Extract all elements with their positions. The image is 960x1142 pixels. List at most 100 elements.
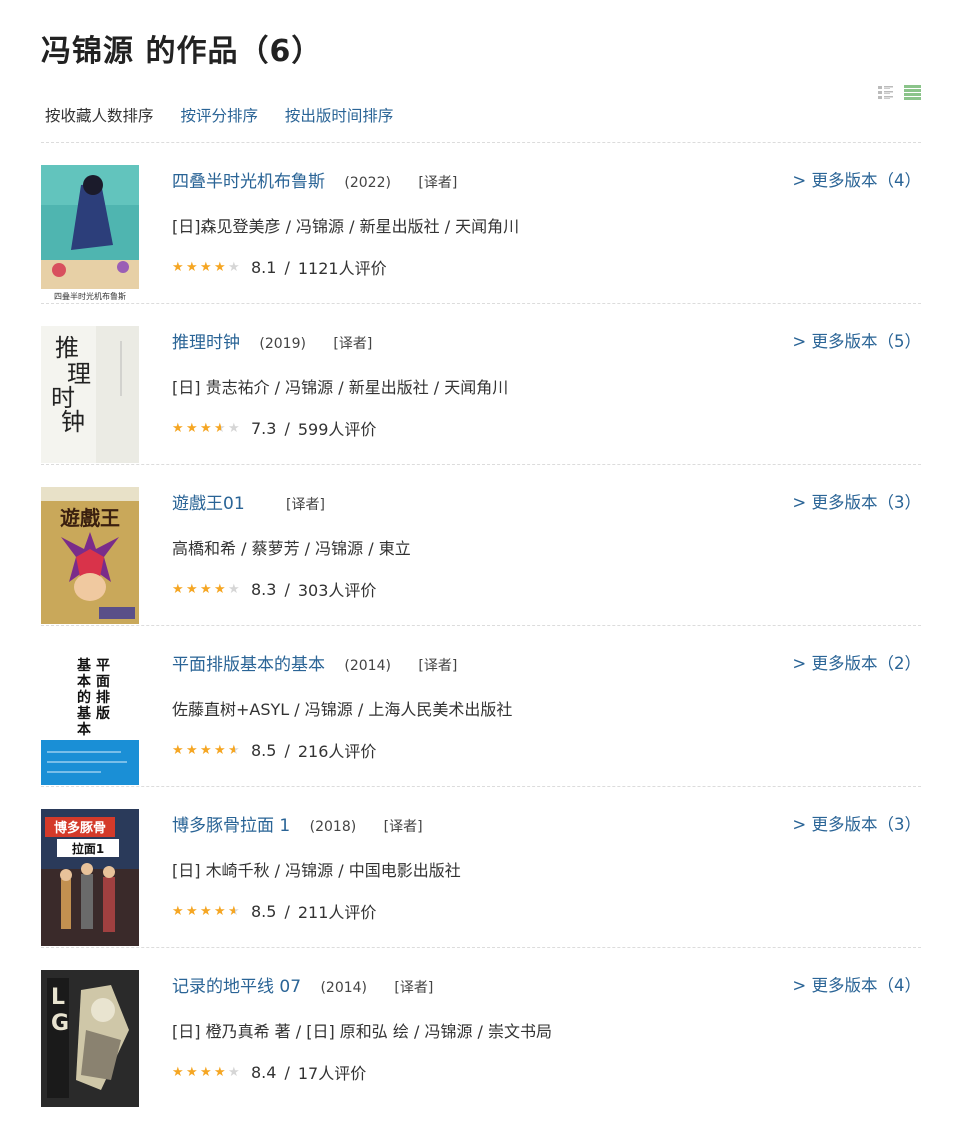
rating-score: 8.5 <box>251 901 277 921</box>
list-item: 推 理 时 钟 推理时钟 (2019) [译者] > 更多版本（5） [日] 贵… <box>41 303 921 464</box>
rating-stars: ★ ★ ★ ★ ★ <box>172 905 242 918</box>
book-cover[interactable]: L G <box>41 970 139 1107</box>
star-icon: ★ <box>172 1064 184 1080</box>
star-empty-icon: ★ <box>228 1064 240 1080</box>
book-title-link[interactable]: 记录的地平线 07 <box>172 977 301 997</box>
book-year: (2014) <box>320 980 368 996</box>
book-title-link[interactable]: 遊戲王01 <box>172 494 245 514</box>
star-icon: ★ <box>214 1064 226 1080</box>
rating-score: 7.3 <box>251 418 277 438</box>
star-half-icon: ★ <box>228 905 242 918</box>
book-list: 四叠半时光机布鲁斯 四叠半时光机布鲁斯 (2022) [译者] > 更多版本（4… <box>41 142 921 1108</box>
star-icon: ★ <box>186 581 198 597</box>
more-versions-link[interactable]: > 更多版本（2） <box>792 650 921 674</box>
book-cover[interactable]: 遊戲王 <box>41 487 139 624</box>
svg-text:四叠半时光机布鲁斯: 四叠半时光机布鲁斯 <box>54 291 126 301</box>
book-title-row: 四叠半时光机布鲁斯 (2022) [译者] <box>172 167 457 192</box>
star-icon: ★ <box>200 420 212 436</box>
book-title-row: 记录的地平线 07 (2014) [译者] <box>172 972 433 997</box>
star-half-icon: ★ <box>214 422 228 435</box>
rating-score: 8.3 <box>251 579 277 599</box>
svg-text:排: 排 <box>96 689 110 706</box>
star-icon: ★ <box>200 903 212 919</box>
star-empty-icon: ★ <box>228 259 240 275</box>
book-rating: ★ ★ ★ ★ ★ 7.3 / 599人评价 <box>172 416 376 440</box>
book-meta: [日] 木崎千秋 / 冯锦源 / 中国电影出版社 <box>172 861 461 880</box>
book-rating: ★ ★ ★ ★ ★ 8.3 / 303人评价 <box>172 577 376 601</box>
svg-text:平: 平 <box>96 658 110 674</box>
svg-text:博多豚骨: 博多豚骨 <box>54 820 106 836</box>
star-icon: ★ <box>172 259 184 275</box>
list-view-icon[interactable] <box>877 84 894 101</box>
star-empty-icon: ★ <box>228 420 240 436</box>
book-meta: 佐藤直树+ASYL / 冯锦源 / 上海人民美术出版社 <box>172 700 513 719</box>
list-item: 四叠半时光机布鲁斯 四叠半时光机布鲁斯 (2022) [译者] > 更多版本（4… <box>41 142 921 303</box>
book-cover[interactable]: 博多豚骨 拉面1 <box>41 809 139 946</box>
star-icon: ★ <box>172 420 184 436</box>
book-meta: 高橋和希 / 蔡萝芳 / 冯锦源 / 東立 <box>172 539 411 558</box>
book-role: [译者] <box>418 175 458 191</box>
book-cover[interactable]: 四叠半时光机布鲁斯 <box>41 165 139 302</box>
view-toggle <box>877 84 921 101</box>
star-icon: ★ <box>214 742 226 758</box>
compact-view-icon[interactable] <box>904 84 921 101</box>
book-cover[interactable]: 推 理 时 钟 <box>41 326 139 463</box>
rating-separator: / <box>284 418 290 438</box>
svg-text:面: 面 <box>96 674 110 690</box>
rating-stars: ★ ★ ★ ★ ★ <box>172 744 242 757</box>
svg-text:本: 本 <box>77 721 92 738</box>
book-rating: ★ ★ ★ ★ ★ 8.4 / 17人评价 <box>172 1060 366 1084</box>
svg-text:推: 推 <box>55 334 79 362</box>
book-year: (2014) <box>344 658 391 674</box>
star-icon: ★ <box>186 420 198 436</box>
star-icon: ★ <box>200 259 212 275</box>
sort-by-pubdate[interactable]: 按出版时间排序 <box>285 107 394 125</box>
svg-text:的: 的 <box>77 689 91 706</box>
book-title-row: 推理时钟 (2019) [译者] <box>172 328 372 353</box>
star-icon: ★ <box>200 742 212 758</box>
rating-stars: ★ ★ ★ ★ ★ <box>172 261 242 274</box>
book-cover[interactable]: 平 面 排 版 基 本 的 基 本 <box>41 648 139 785</box>
book-rating: ★ ★ ★ ★ ★ 8.1 / 1121人评价 <box>172 255 387 279</box>
rating-separator: / <box>284 1062 290 1082</box>
more-versions-link[interactable]: > 更多版本（4） <box>792 167 921 191</box>
book-role: [译者] <box>286 497 325 513</box>
book-title-link[interactable]: 四叠半时光机布鲁斯 <box>172 172 325 192</box>
sort-by-collect[interactable]: 按收藏人数排序 <box>45 107 154 125</box>
more-versions-link[interactable]: > 更多版本（5） <box>792 328 921 352</box>
svg-text:G: G <box>51 1011 69 1036</box>
rating-separator: / <box>284 740 290 760</box>
more-versions-link[interactable]: > 更多版本（4） <box>792 972 921 996</box>
star-icon: ★ <box>172 903 184 919</box>
book-title-link[interactable]: 推理时钟 <box>172 333 240 353</box>
book-rating: ★ ★ ★ ★ ★ 8.5 / 211人评价 <box>172 899 376 923</box>
more-versions-link[interactable]: > 更多版本（3） <box>792 489 921 513</box>
sort-by-rating[interactable]: 按评分排序 <box>180 107 258 125</box>
book-year: (2022) <box>344 175 391 191</box>
page-title: 冯锦源 的作品（6） <box>41 34 323 69</box>
star-icon: ★ <box>200 581 212 597</box>
star-empty-icon: ★ <box>228 581 240 597</box>
rating-score: 8.5 <box>251 740 277 760</box>
book-role: [译者] <box>333 336 373 352</box>
rating-stars: ★ ★ ★ ★ ★ <box>172 422 242 435</box>
star-icon: ★ <box>214 581 226 597</box>
star-icon: ★ <box>200 1064 212 1080</box>
svg-text:L: L <box>51 985 65 1010</box>
more-versions-link[interactable]: > 更多版本（3） <box>792 811 921 835</box>
svg-text:本: 本 <box>77 673 92 690</box>
star-icon: ★ <box>214 259 226 275</box>
svg-text:基: 基 <box>77 657 92 674</box>
star-icon: ★ <box>186 1064 198 1080</box>
book-rating: ★ ★ ★ ★ ★ 8.5 / 216人评价 <box>172 738 376 762</box>
rating-votes: 1121人评价 <box>297 259 387 278</box>
book-year: (2018) <box>309 819 357 835</box>
sort-bar: 按收藏人数排序 按评分排序 按出版时间排序 <box>45 104 415 126</box>
book-title-link[interactable]: 平面排版基本的基本 <box>172 655 325 675</box>
book-title-row: 平面排版基本的基本 (2014) [译者] <box>172 650 457 675</box>
rating-separator: / <box>284 579 290 599</box>
book-meta: [日] 橙乃真希 著 / [日] 原和弘 绘 / 冯锦源 / 崇文书局 <box>172 1022 553 1041</box>
book-title-link[interactable]: 博多豚骨拉面 1 <box>172 816 290 836</box>
star-icon: ★ <box>172 742 184 758</box>
star-icon: ★ <box>186 259 198 275</box>
